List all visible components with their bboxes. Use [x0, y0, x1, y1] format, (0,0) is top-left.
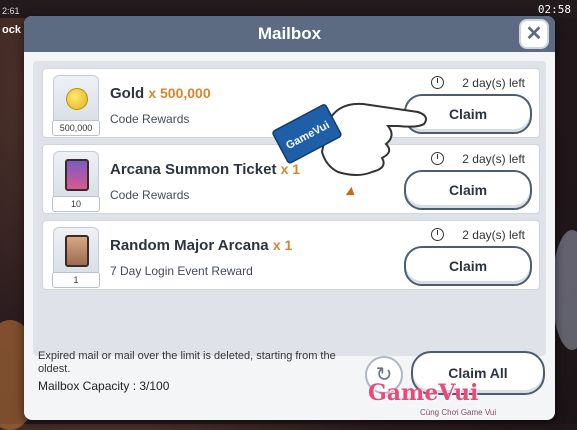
- mailbox-title: Mailbox: [257, 24, 322, 43]
- mailbox-header: Mailbox: [24, 16, 555, 52]
- claim-button[interactable]: Claim: [404, 94, 532, 134]
- time-left-label: 2 day(s) left: [462, 76, 525, 90]
- mailbox-dialog: Mailbox ✕ 500,000 Gold x 500,000 Code Re…: [24, 16, 555, 420]
- expiry-note: Expired mail or mail over the limit is d…: [38, 350, 336, 375]
- time-left-label: 2 day(s) left: [462, 228, 525, 242]
- mail-item-subtitle: Code Rewards: [110, 112, 190, 126]
- mail-item-timer: 2 day(s) left: [431, 226, 525, 242]
- mail-item-quantity: x 1: [272, 237, 293, 253]
- item-icon-quantity: 500,000: [52, 120, 100, 136]
- mail-item-major-arcana: 1 Random Major Arcana x 1 7 Day Login Ev…: [42, 220, 540, 290]
- claim-button[interactable]: Claim: [404, 246, 532, 286]
- card-graphic: [65, 235, 89, 267]
- mail-item-title: Arcana Summon Ticket x 1: [110, 161, 301, 178]
- clock-icon: [431, 152, 445, 165]
- mail-item-quantity: x 1: [280, 161, 301, 177]
- mail-item-subtitle: Code Rewards: [110, 188, 190, 202]
- watermark-logo: GameVui: [368, 380, 479, 406]
- mail-item-subtitle: 7 Day Login Event Reward: [110, 264, 253, 278]
- coin-graphic: [66, 88, 88, 110]
- clock-icon: [431, 76, 445, 89]
- time-left-label: 2 day(s) left: [462, 152, 525, 166]
- watermark-tagline: Cùng Chơi Game Vui: [420, 408, 497, 417]
- mail-item-gold: 500,000 Gold x 500,000 Code Rewards 2 da…: [42, 68, 540, 138]
- mail-list[interactable]: 500,000 Gold x 500,000 Code Rewards 2 da…: [33, 61, 546, 356]
- arcana-ticket-icon: 10: [52, 151, 100, 212]
- mailbox-capacity: Mailbox Capacity : 3/100: [38, 379, 170, 393]
- clock-icon: [431, 228, 445, 241]
- mail-item-arcana-ticket: 10 Arcana Summon Ticket x 1 Code Rewards…: [42, 144, 540, 214]
- mail-item-title: Gold x 500,000: [110, 85, 211, 102]
- background-left-small-text: 2:61: [2, 6, 20, 16]
- close-icon: ✕: [525, 23, 543, 45]
- mail-item-timer: 2 day(s) left: [431, 74, 525, 90]
- mail-item-quantity: x 500,000: [148, 85, 211, 101]
- mail-item-title: Random Major Arcana x 1: [110, 237, 293, 254]
- game-clock: 02:58: [537, 3, 571, 16]
- major-arcana-card-icon: 1: [52, 227, 100, 288]
- background-left-label: ock: [2, 24, 21, 36]
- item-icon-quantity: 1: [52, 272, 100, 288]
- close-button[interactable]: ✕: [521, 21, 547, 47]
- background-character-right: [552, 230, 577, 350]
- gold-coin-icon: 500,000: [52, 75, 100, 136]
- item-icon-quantity: 10: [52, 196, 100, 212]
- mail-item-timer: 2 day(s) left: [431, 150, 525, 166]
- claim-button[interactable]: Claim: [404, 170, 532, 210]
- ticket-graphic: [65, 159, 89, 191]
